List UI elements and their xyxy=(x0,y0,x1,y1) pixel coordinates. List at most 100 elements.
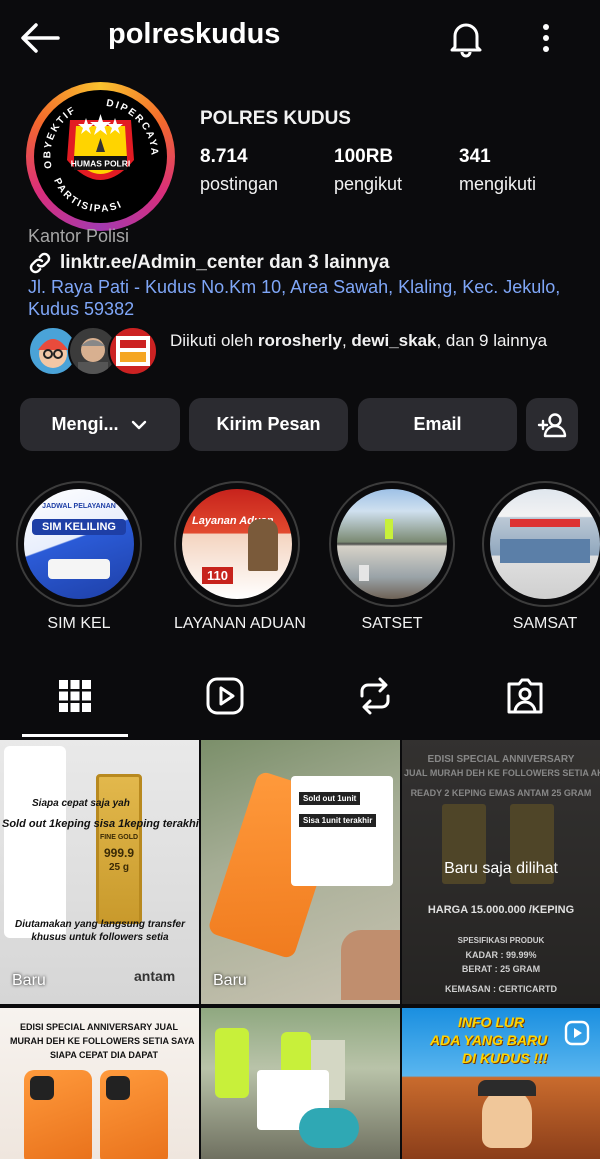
gold-bar-text: 999.9 xyxy=(103,846,135,860)
highlight-cover xyxy=(490,489,600,599)
send-message-label: Kirim Pesan xyxy=(216,414,321,434)
post-text-line: Sold out 1unit xyxy=(299,792,361,805)
highlight-label: SIM KEL xyxy=(47,615,111,632)
post-text-line: BERAT : 25 GRAM xyxy=(461,964,541,974)
post-text-line: MURAH DEH KE FOLLOWERS SETIA SAYA xyxy=(10,1036,195,1046)
highlight-label: SAMSAT xyxy=(512,615,578,632)
post-thumbnail[interactable]: Siapa cepat saja yah Sold out 1keping si… xyxy=(0,740,199,1004)
following-button-label: Mengi... xyxy=(51,414,119,434)
highlight-samsat[interactable]: SAMSAT xyxy=(482,481,600,633)
post-text-line: HARGA 15.000.000 /KEPING xyxy=(427,904,575,916)
following-count: 341 xyxy=(459,146,491,167)
mutual-follower-avatar xyxy=(108,326,158,376)
chevron-down-icon xyxy=(131,420,146,429)
followers-label: pengikut xyxy=(334,174,403,194)
tab-reposts[interactable] xyxy=(353,674,397,718)
following-stat[interactable]: 341 mengikuti xyxy=(459,146,536,195)
post-thumbnail[interactable]: Sold out 1unit Sisa 1unit terakhir Baru xyxy=(201,740,400,1004)
more-options-icon[interactable] xyxy=(532,20,560,56)
mutual-followers[interactable]: Diikuti oleh rorosherly, dewi_skak, dan … xyxy=(28,326,588,376)
highlight-ring xyxy=(329,481,455,607)
post-thumbnail[interactable] xyxy=(201,1008,400,1159)
post-text-line: KEMASAN : CERTICARTD xyxy=(445,984,557,994)
posts-label: postingan xyxy=(200,174,279,194)
bio-link-text: linktr.ee/Admin_center dan 3 lainnya xyxy=(60,252,390,273)
post-text-line: ADA YANG BARU xyxy=(430,1032,548,1048)
highlight-cover-subtitle: JADWAL PELAYANAN xyxy=(42,503,116,510)
bio-link[interactable]: linktr.ee/Admin_center dan 3 lainnya xyxy=(28,251,389,275)
profile-category: Kantor Polisi xyxy=(28,226,130,246)
display-name: POLRES KUDUS xyxy=(200,108,351,129)
post-text-line: EDISI SPECIAL ANNIVERSARY JUAL xyxy=(20,1022,179,1032)
post-text-line: SIAPA CEPAT DIA DAPAT xyxy=(50,1050,158,1060)
highlight-cover: Layanan Aduan 110 xyxy=(182,489,292,599)
highlight-layanan-aduan[interactable]: Layanan Aduan 110 LAYANAN ADUAN xyxy=(174,481,306,633)
post-text-line: DI KUDUS !!! xyxy=(462,1050,548,1066)
highlight-cover-title: SIM KELILING xyxy=(32,519,126,535)
humas-polri-logo: OBYEKTIF DIPERCAYA PARTISIPASI HUMAS POL… xyxy=(34,90,167,223)
notification-bell-icon[interactable] xyxy=(446,18,486,58)
highlight-cover: JADWAL PELAYANAN SIM KELILING xyxy=(24,489,134,599)
repost-icon xyxy=(360,677,390,715)
highlight-label: LAYANAN ADUAN xyxy=(174,615,306,632)
post-thumbnail[interactable]: EDISI SPECIAL ANNIVERSARY JUAL MURAH DEH… xyxy=(0,1008,199,1159)
highlight-ring xyxy=(482,481,600,607)
mutual-follower-name[interactable]: rorosherly xyxy=(258,331,342,350)
new-post-badge: Baru xyxy=(213,972,247,989)
post-thumbnail[interactable]: INFO LUR ADA YANG BARU DI KUDUS !!! xyxy=(402,1008,600,1159)
profile-avatar[interactable]: OBYEKTIF DIPERCAYA PARTISIPASI HUMAS POL… xyxy=(34,90,167,223)
top-bar: polreskudus xyxy=(0,0,600,76)
post-text-line: SPESIFIKASI PRODUK xyxy=(457,936,545,945)
post-text-line: Sold out 1keping sisa 1keping terakhir xyxy=(2,818,199,830)
send-message-button[interactable]: Kirim Pesan xyxy=(189,398,348,451)
mutual-follower-name[interactable]: dewi_skak xyxy=(351,331,436,350)
posts-grid: Siapa cepat saja yah Sold out 1keping si… xyxy=(0,740,600,1159)
add-person-button[interactable] xyxy=(526,398,578,451)
tab-tagged[interactable] xyxy=(503,674,547,718)
logo-badge-text: HUMAS POLRI xyxy=(71,159,131,169)
tagged-person-icon xyxy=(507,678,543,714)
email-label: Email xyxy=(413,414,462,434)
post-thumbnail[interactable]: EDISI SPECIAL ANNIVERSARY JUAL MURAH DEH… xyxy=(402,740,600,1004)
reel-icon xyxy=(564,1020,590,1046)
followed-by-prefix: Diikuti oleh xyxy=(170,331,258,350)
highlight-sim-kel[interactable]: JADWAL PELAYANAN SIM KELILING SIM KEL xyxy=(16,481,142,633)
add-person-icon xyxy=(537,412,567,437)
antam-brand-text: antam xyxy=(134,968,176,984)
email-button[interactable]: Email xyxy=(358,398,517,451)
mutual-followers-text: Diikuti oleh rorosherly, dewi_skak, dan … xyxy=(170,330,580,352)
posts-count: 8.714 xyxy=(200,146,248,167)
post-text-line: Sisa 1unit terakhir xyxy=(299,814,377,827)
reels-play-icon xyxy=(206,677,244,715)
posts-stat[interactable]: 8.714 postingan xyxy=(200,146,278,195)
post-text-line: INFO LUR xyxy=(458,1014,525,1030)
highlight-ring: JADWAL PELAYANAN SIM KELILING xyxy=(16,481,142,607)
followed-by-suffix: , dan 9 lainnya xyxy=(436,331,548,350)
highlight-cover-subtitle: 110 xyxy=(202,567,233,584)
highlight-cover xyxy=(337,489,447,599)
followers-stat[interactable]: 100RB pengikut xyxy=(334,146,402,195)
following-button[interactable]: Mengi... xyxy=(20,398,180,451)
profile-tabs xyxy=(0,654,600,738)
recently-viewed-overlay: Baru saja dilihat xyxy=(444,860,558,877)
grid-icon xyxy=(59,680,91,712)
gold-bar-text: FINE GOLD xyxy=(99,834,139,841)
active-tab-indicator xyxy=(22,734,128,737)
new-post-badge: Baru xyxy=(12,972,46,989)
tab-posts-grid[interactable] xyxy=(53,674,97,718)
post-text-line: Diutamakan yang langsung transfer khusus… xyxy=(14,919,186,943)
highlight-label: SATSET xyxy=(361,615,423,632)
highlight-satset[interactable]: SATSET xyxy=(329,481,455,633)
followed-by-separator: , xyxy=(341,331,352,350)
followers-count: 100RB xyxy=(334,146,394,167)
gold-bar-text: 25 g xyxy=(108,862,129,873)
back-arrow-icon[interactable] xyxy=(18,20,62,56)
address-link[interactable]: Jl. Raya Pati - Kudus No.Km 10, Area Saw… xyxy=(28,276,568,320)
link-icon xyxy=(29,252,51,274)
following-label: mengikuti xyxy=(459,174,537,194)
post-text-line: KADAR : 99.99% xyxy=(465,950,537,960)
profile-username: polreskudus xyxy=(108,18,281,50)
post-text-line: Siapa cepat saja yah xyxy=(32,798,130,809)
tab-reels[interactable] xyxy=(203,674,247,718)
highlight-ring: Layanan Aduan 110 xyxy=(174,481,300,607)
